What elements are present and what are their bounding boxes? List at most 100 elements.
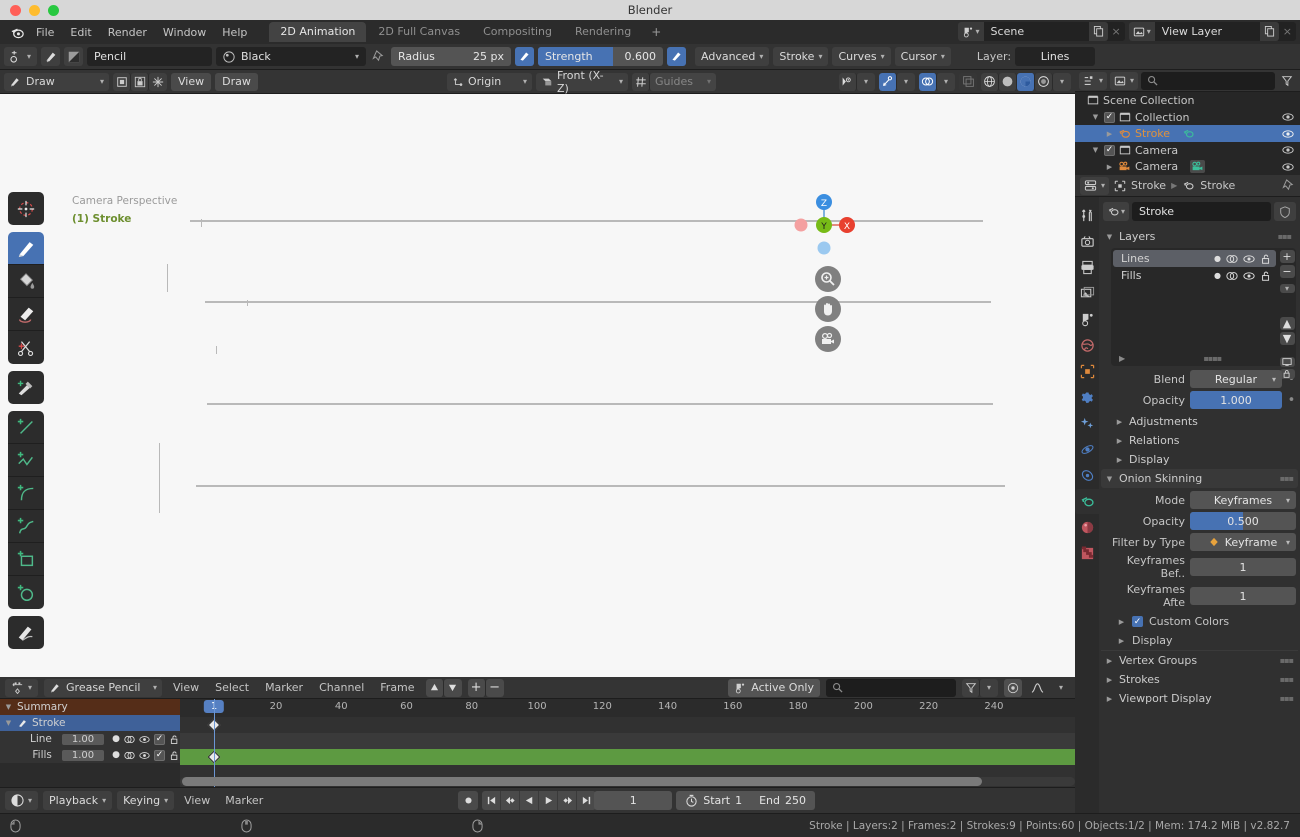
dope-select-menu[interactable]: Select: [210, 679, 254, 696]
3d-viewport[interactable]: Camera Perspective (1) Stroke Z Y X: [0, 94, 1075, 677]
visibility-eye-icon[interactable]: [1282, 128, 1294, 140]
strength-pressure-icon[interactable]: [667, 47, 687, 66]
brush-mode-icon[interactable]: ▾: [4, 47, 38, 66]
view-layer-tab[interactable]: [1075, 281, 1099, 306]
physics-tab[interactable]: [1075, 463, 1099, 488]
layers-panel-header[interactable]: ▼ Layers ▪▪▪: [1103, 227, 1296, 246]
multiframe-icon[interactable]: [149, 72, 167, 91]
menu-render[interactable]: Render: [100, 24, 155, 41]
layerlist-grip[interactable]: ▪▪▪▪: [1204, 354, 1223, 363]
expand-triangle-icon[interactable]: ▶: [1105, 130, 1114, 138]
mode-selector[interactable]: Draw ▾: [4, 72, 109, 91]
viewport-display-panel-header[interactable]: ▶ Viewport Display ▪▪▪: [1101, 689, 1298, 708]
gp-data-icon[interactable]: [1182, 127, 1195, 140]
visibility-dropdown-icon[interactable]: ▾: [857, 72, 875, 91]
tab-2d-animation[interactable]: 2D Animation: [269, 22, 367, 42]
channel-fills[interactable]: Fills 1.00 ● ✓: [0, 747, 180, 763]
outliner-row-stroke[interactable]: ▶ Stroke: [1075, 125, 1300, 142]
record-button[interactable]: [458, 791, 478, 810]
new-scene-button[interactable]: [1088, 22, 1108, 41]
opacity-slider[interactable]: 1.000: [1190, 391, 1282, 409]
breadcrumb-data[interactable]: Stroke: [1200, 179, 1235, 192]
layer-visibility-icon[interactable]: [1243, 270, 1255, 282]
play-reverse-button[interactable]: [520, 791, 539, 810]
expand-triangle-icon[interactable]: ▼: [1091, 113, 1100, 121]
jump-end-button[interactable]: [577, 791, 596, 810]
channel-fills-value[interactable]: 1.00: [61, 749, 105, 761]
next-keyframe-icon[interactable]: [443, 678, 462, 697]
object-data-tab[interactable]: [1075, 489, 1099, 514]
layer-mask-dot-icon[interactable]: ●: [1214, 271, 1221, 280]
outliner-row-collection[interactable]: ▼ ✓ Collection: [1075, 109, 1300, 126]
collection-checkbox[interactable]: ✓: [1104, 111, 1115, 123]
stroke-key-row[interactable]: [180, 733, 1075, 749]
solid-shading-icon[interactable]: [999, 72, 1017, 91]
falloff-dropdown-icon[interactable]: ▾: [1052, 679, 1070, 697]
hand-icon[interactable]: [815, 296, 841, 322]
next-keyframe-button[interactable]: [558, 791, 577, 810]
expand-triangle-icon[interactable]: ▶: [1105, 163, 1114, 171]
texture-tab[interactable]: [1075, 541, 1099, 566]
outliner-display-mode-icon[interactable]: ▾: [1110, 71, 1139, 90]
viewport-view-menu[interactable]: View: [171, 72, 212, 91]
display-panel-header[interactable]: ▶ Display: [1103, 450, 1296, 469]
playhead[interactable]: [214, 699, 215, 787]
layer-onion-icon[interactable]: [1226, 253, 1238, 265]
current-frame-field[interactable]: 1: [594, 791, 673, 810]
cursor-popover[interactable]: Cursor ▾: [894, 47, 951, 66]
timeline-view-menu[interactable]: View: [179, 792, 215, 809]
fills-lock-icon[interactable]: [169, 750, 180, 761]
guides-selector[interactable]: Guides ▾: [650, 72, 716, 91]
end-value[interactable]: 250: [785, 794, 806, 807]
line-tool[interactable]: [8, 411, 44, 444]
fake-user-icon[interactable]: [1274, 202, 1296, 221]
fills-visibility-icon[interactable]: [139, 750, 150, 761]
timeline-editor-icon[interactable]: ▾: [5, 791, 39, 810]
vertex-groups-panel-header[interactable]: ▶ Vertex Groups ▪▪▪: [1101, 650, 1298, 670]
autolock-layers-icon[interactable]: [131, 72, 149, 91]
material-selector[interactable]: Black ▾: [216, 47, 367, 66]
fill-tool[interactable]: [8, 265, 44, 298]
output-tab[interactable]: [1075, 255, 1099, 280]
channel-summary[interactable]: ▼ Summary: [0, 699, 180, 715]
stroke-mask-icon[interactable]: [113, 72, 131, 91]
curve-tool[interactable]: [8, 510, 44, 543]
breadcrumb-object[interactable]: Stroke: [1131, 179, 1166, 192]
curves-popover[interactable]: Curves ▾: [832, 47, 891, 66]
effects-tab[interactable]: [1075, 411, 1099, 436]
strength-slider[interactable]: Strength 0.600: [538, 47, 664, 66]
properties-editor-icon[interactable]: ▾: [1080, 176, 1110, 195]
zoom-icon[interactable]: [815, 266, 841, 292]
filter-dropdown-icon[interactable]: ▾: [980, 678, 998, 697]
line-dot-icon[interactable]: ●: [112, 734, 120, 744]
channel-line-value[interactable]: 1.00: [61, 733, 105, 745]
cursor-tool[interactable]: [8, 192, 44, 225]
tab-rendering[interactable]: Rendering: [564, 22, 642, 42]
fills-dot-icon[interactable]: ●: [112, 750, 120, 760]
prev-keyframe-icon[interactable]: [425, 678, 444, 697]
wireframe-shading-icon[interactable]: [981, 72, 999, 91]
arc-tool[interactable]: [8, 477, 44, 510]
overlays-dropdown-icon[interactable]: ▾: [937, 72, 955, 91]
layer-specials-icon[interactable]: ▾: [1279, 284, 1295, 293]
circle-tool[interactable]: [8, 576, 44, 609]
frame-range-field[interactable]: Start 1 End 250: [676, 791, 815, 810]
outliner-search-input[interactable]: [1141, 71, 1275, 90]
channel-stroke[interactable]: ▼ Stroke: [0, 715, 180, 731]
keyframes-before-field[interactable]: 1: [1190, 558, 1296, 576]
radius-pressure-icon[interactable]: [515, 47, 535, 66]
layer-onion-icon[interactable]: [1226, 270, 1238, 282]
interpolate-tool[interactable]: [8, 616, 44, 649]
dope-horizontal-scrollbar[interactable]: [180, 777, 1075, 786]
dope-keyframe-area[interactable]: 204060801001201401601802002202401: [180, 699, 1075, 787]
outliner-row-camera-collection[interactable]: ▼ ✓ Camera: [1075, 142, 1300, 159]
render-tab[interactable]: [1075, 229, 1099, 254]
scene-name[interactable]: Scene: [983, 22, 1089, 41]
menu-file[interactable]: File: [28, 24, 62, 41]
start-value[interactable]: 1: [735, 794, 754, 807]
fills-onion-icon[interactable]: [124, 750, 135, 761]
onion-filter-dropdown[interactable]: Keyframe ▾: [1190, 533, 1296, 551]
blend-dropdown[interactable]: Regular ▾: [1190, 370, 1282, 388]
brush-name-field[interactable]: Pencil: [87, 47, 213, 66]
line-lock-icon[interactable]: [169, 734, 180, 745]
